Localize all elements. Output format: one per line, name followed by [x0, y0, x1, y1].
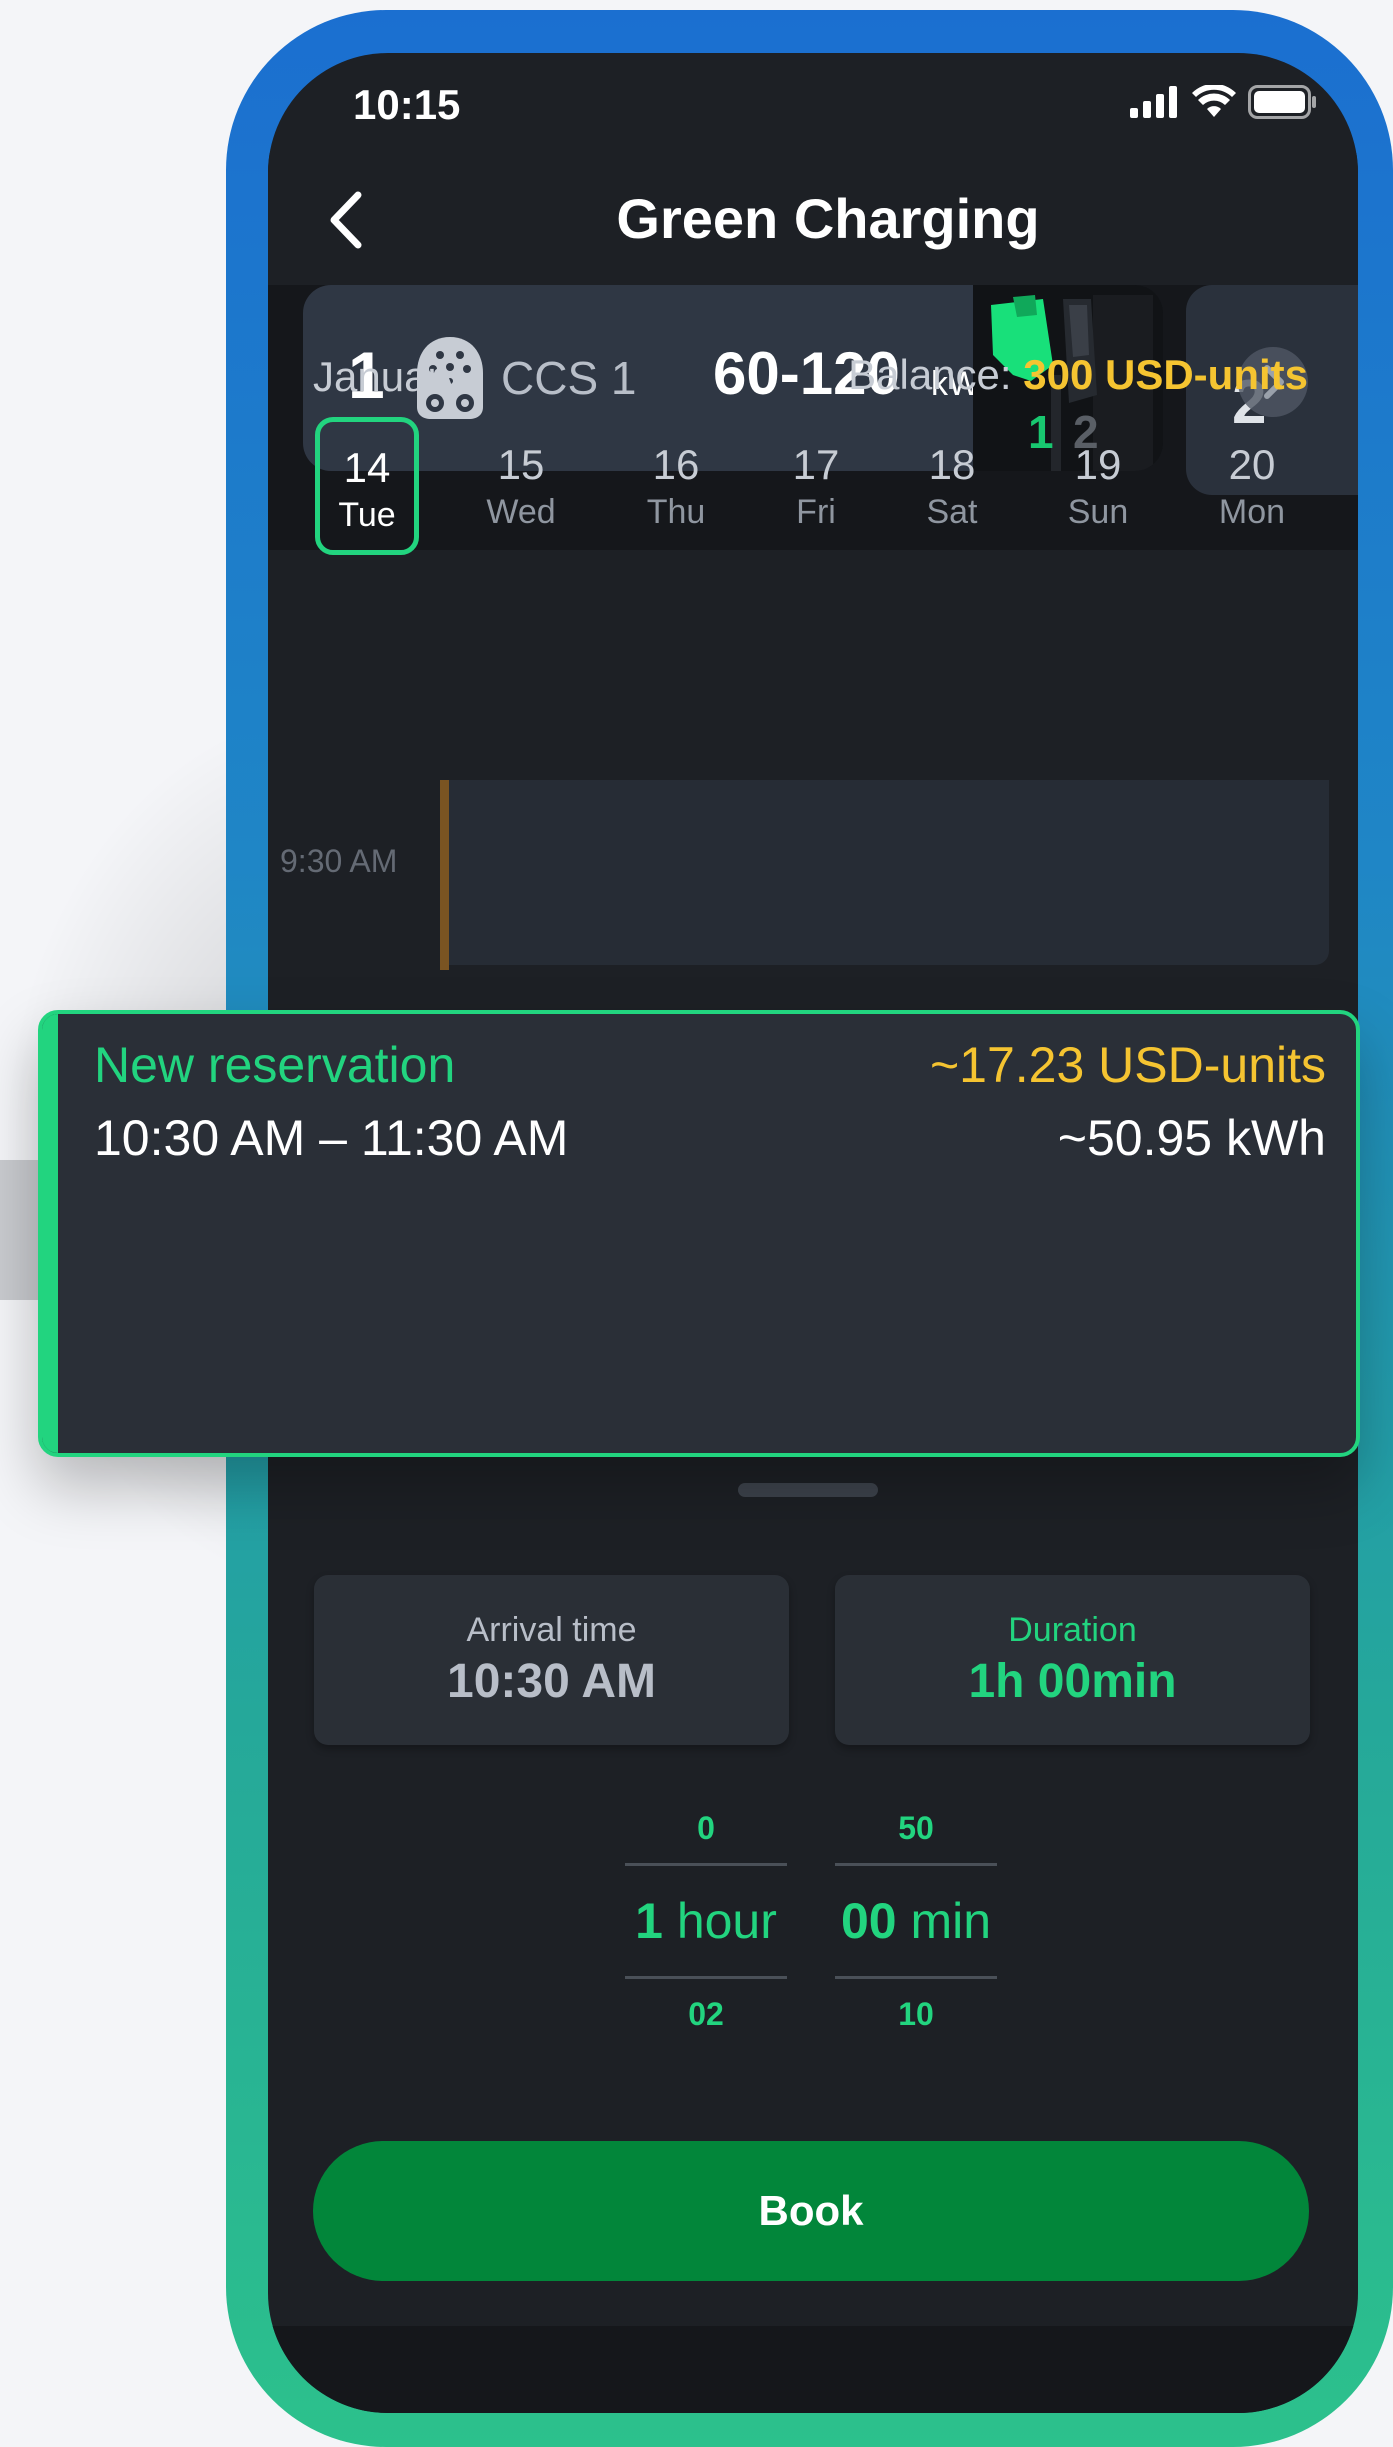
- reserved-indicator: [440, 780, 449, 970]
- duration-value: 1h 00min: [968, 1655, 1177, 1708]
- day-name: Thu: [646, 493, 706, 531]
- signal-icon: [1130, 86, 1177, 118]
- reservation-energy: ~50.95 kWh: [1057, 1110, 1326, 1166]
- minute-unit: min: [910, 1893, 992, 1949]
- day-17[interactable]: 17 Fri: [764, 417, 868, 555]
- day-number: 20: [1228, 441, 1276, 488]
- duration-box[interactable]: Duration 1h 00min: [835, 1575, 1310, 1745]
- book-button[interactable]: Book: [313, 2141, 1309, 2281]
- timeline-slot[interactable]: [449, 780, 1329, 965]
- minute-next[interactable]: 10: [835, 1979, 997, 2049]
- arrival-label: Arrival time: [466, 1611, 637, 1649]
- arrival-time-box[interactable]: Arrival time 10:30 AM: [314, 1575, 789, 1745]
- minute-current: 00 min: [835, 1866, 997, 1976]
- day-number: 15: [497, 441, 545, 488]
- reservation-title: New reservation: [94, 1037, 456, 1093]
- day-14[interactable]: 14 Tue: [315, 417, 419, 555]
- minute-prev[interactable]: 50: [835, 1793, 997, 1863]
- day-16[interactable]: 16 Thu: [624, 417, 728, 555]
- status-icons: [1130, 85, 1318, 119]
- minute-picker[interactable]: 50 00 min 10: [835, 1793, 997, 2049]
- wifi-icon: [1192, 85, 1236, 117]
- balance: Balance: 300 USD-units: [848, 351, 1308, 399]
- day-number: 14: [343, 444, 391, 491]
- day-20[interactable]: 20 Mon: [1200, 417, 1304, 555]
- hour-value: 1: [635, 1893, 663, 1949]
- day-name: Tue: [338, 496, 396, 534]
- time-label: 9:30 AM: [280, 843, 398, 879]
- day-number: 18: [928, 441, 976, 488]
- reservation-time-range: 10:30 AM – 11:30 AM: [94, 1110, 569, 1166]
- month-label: January: [313, 353, 463, 400]
- day-selector: 14 Tue 15 Wed 16 Thu 17 Fri 18 Sat 19 Su…: [268, 417, 1358, 567]
- reservation-accent: [42, 1014, 58, 1453]
- hour-unit: hour: [676, 1893, 777, 1949]
- day-name: Fri: [796, 493, 836, 531]
- day-18[interactable]: 18 Sat: [900, 417, 1004, 555]
- page-title: Green Charging: [616, 187, 1040, 250]
- duration-label: Duration: [1008, 1611, 1137, 1649]
- new-reservation-card[interactable]: New reservation 10:30 AM – 11:30 AM ~17.…: [38, 1010, 1360, 1457]
- sheet-drag-handle[interactable]: [738, 1483, 878, 1497]
- day-number: 16: [652, 441, 700, 488]
- hour-current: 1 hour: [625, 1866, 787, 1976]
- reservation-price: ~17.23 USD-units: [929, 1037, 1326, 1093]
- hour-prev[interactable]: 0: [625, 1793, 787, 1863]
- day-number: 19: [1074, 441, 1122, 488]
- minute-value: 00: [840, 1893, 897, 1949]
- header: Green Charging: [268, 153, 1358, 283]
- connector-type: CCS 1: [501, 352, 637, 404]
- arrival-value: 10:30 AM: [447, 1655, 656, 1708]
- balance-value: 300 USD-units: [1023, 351, 1308, 398]
- hour-next[interactable]: 02: [625, 1979, 787, 2049]
- status-time: 10:15: [353, 81, 461, 128]
- balance-label: Balance:: [848, 351, 1012, 398]
- bottom-bar: [268, 2326, 1358, 2413]
- day-name: Wed: [486, 493, 556, 531]
- day-name: Sat: [926, 493, 978, 531]
- day-number: 17: [792, 441, 840, 488]
- day-19[interactable]: 19 Sun: [1046, 417, 1150, 555]
- battery-icon: [1248, 85, 1316, 119]
- day-name: Mon: [1218, 493, 1286, 531]
- day-15[interactable]: 15 Wed: [469, 417, 573, 555]
- day-name: Sun: [1067, 493, 1129, 531]
- hour-picker[interactable]: 0 1 hour 02: [625, 1793, 787, 2049]
